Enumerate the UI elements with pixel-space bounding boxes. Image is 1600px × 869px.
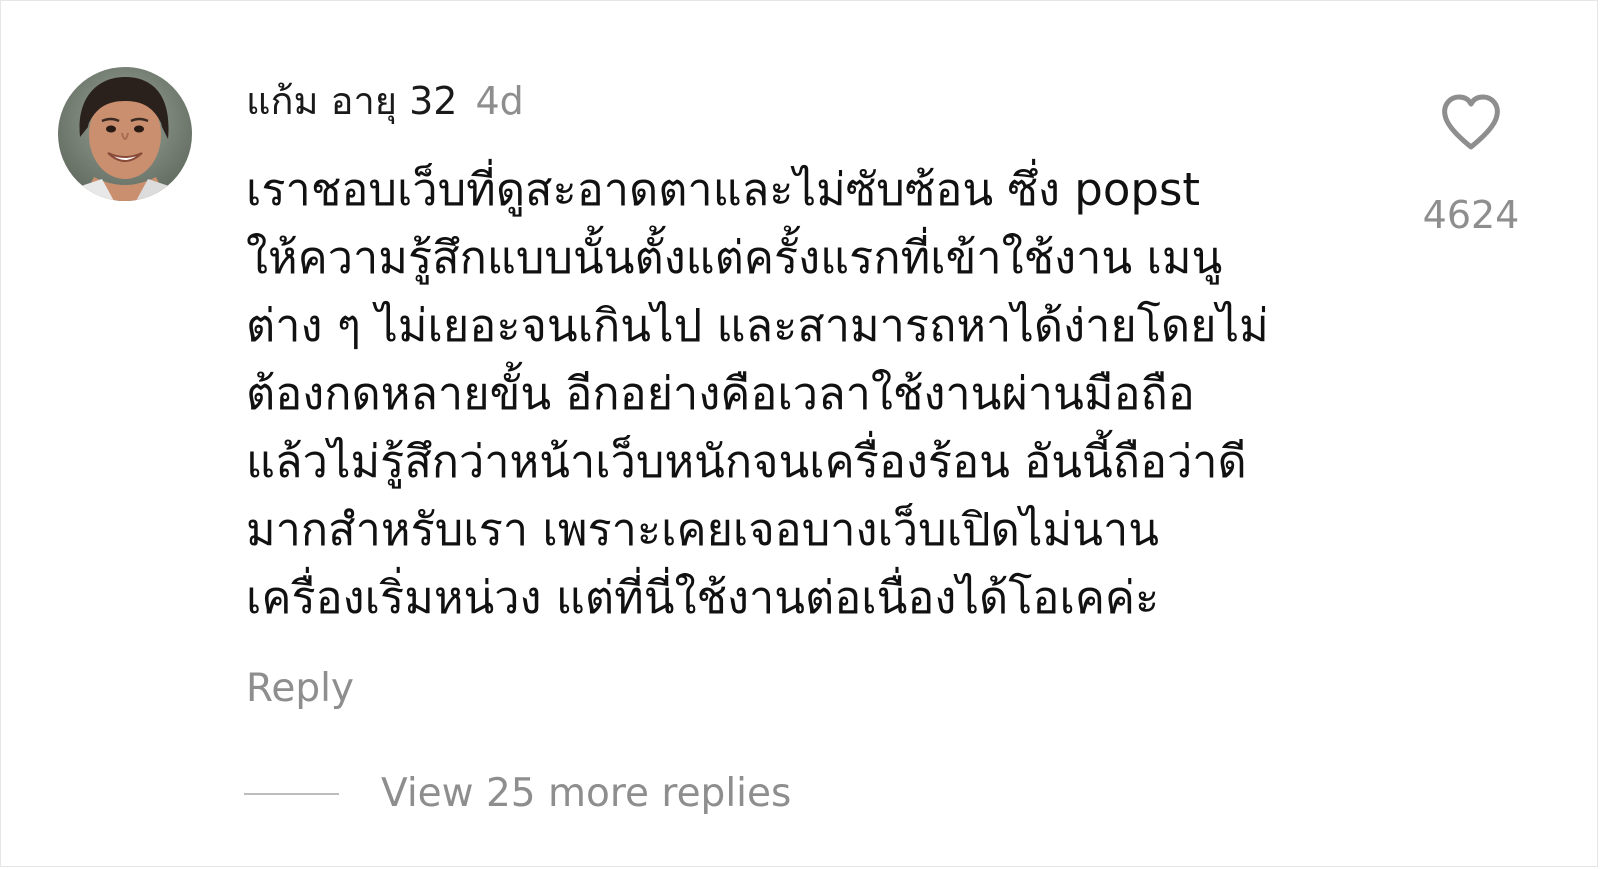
comment-header: แก้ม อายุ 32 4d [246,75,524,127]
username[interactable]: แก้ม อายุ 32 [246,75,458,127]
comment-text-line: ให้ความรู้สึกแบบนั้นตั้งแต่ครั้งแรกที่เข… [246,231,1223,284]
comment-text-line: แล้วไม่รู้สึกว่าหน้าเว็บหนักจนเครื่องร้อ… [246,435,1247,488]
comment-text-line: เราชอบเว็บที่ดูสะอาดตาและไม่ซับซ้อน ซึ่ง… [246,163,1201,216]
avatar[interactable] [58,67,192,201]
comment-text: เราชอบเว็บที่ดูสะอาดตาและไม่ซับซ้อน ซึ่ง… [246,156,1386,632]
comment-text-line: มากสำหรับเรา เพราะเคยเจอบางเว็บเปิดไม่นา… [246,503,1159,556]
comment-card: แก้ม อายุ 32 4d เราชอบเว็บที่ดูสะอาดตาแล… [0,0,1598,867]
comment-text-line: ต่าง ๆ ไม่เยอะจนเกินไป และสามารถหาได้ง่า… [246,299,1269,352]
replies-divider [244,793,339,795]
avatar-photo [58,67,192,201]
heart-outline-icon[interactable] [1439,91,1503,155]
reply-button[interactable]: Reply [246,661,354,717]
view-more-replies-button[interactable]: View 25 more replies [244,766,791,822]
view-more-replies-label: View 25 more replies [381,771,792,816]
like-count: 4624 [1422,193,1520,237]
comment-text-line: ต้องกดหลายขั้น อีกอย่างคือเวลาใช้งานผ่าน… [246,367,1195,420]
comment-text-line: เครื่องเริ่มหน่วง แต่ที่นี่ใช้งานต่อเนื่… [246,571,1160,624]
like-area: 4624 [1411,91,1531,241]
timestamp: 4d [475,79,524,123]
